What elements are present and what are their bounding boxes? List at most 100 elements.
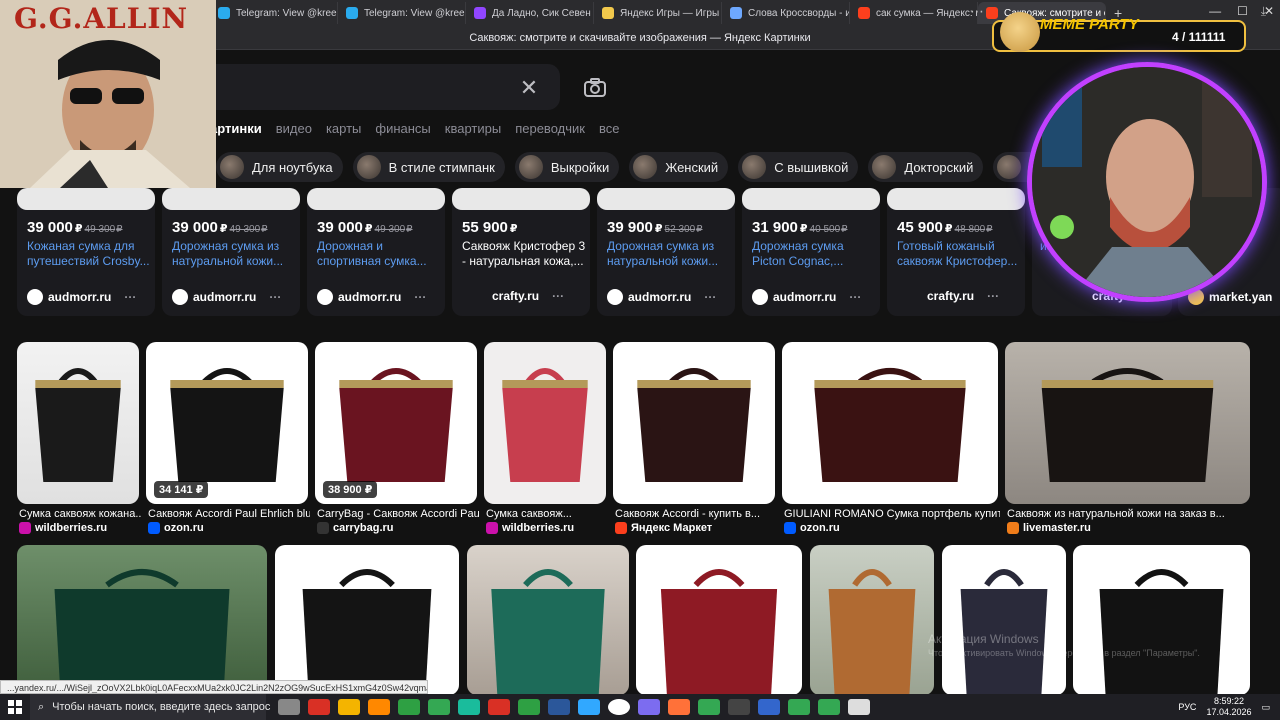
product-title[interactable]: Дорожная сумка из натуральной кожи... (607, 239, 731, 269)
app-icon[interactable] (758, 699, 780, 715)
image-result[interactable]: GIULIANI ROMANO Сумка портфель купить...… (782, 342, 1000, 538)
image-result[interactable]: Сумка саквояж кожана... wildberries.ru (17, 342, 141, 538)
result-thumbnail[interactable] (636, 545, 802, 695)
image-result[interactable] (942, 545, 1066, 695)
product-title[interactable]: Готовый кожаный саквояж Кристофер... (897, 239, 1021, 269)
downloads-icon[interactable]: ⤓ (1261, 4, 1266, 19)
start-button[interactable] (0, 694, 30, 720)
result-caption[interactable]: Сумка саквояж кожана... (19, 508, 141, 520)
yandex-icon[interactable] (608, 699, 630, 715)
more-icon[interactable]: ··· (704, 290, 716, 304)
result-thumbnail[interactable]: 38 900 ₽ (315, 342, 477, 504)
image-result[interactable] (467, 545, 629, 695)
result-thumbnail[interactable] (810, 545, 934, 695)
task-view-icon[interactable] (278, 699, 300, 715)
result-thumbnail[interactable] (1073, 545, 1250, 695)
firefox-icon[interactable] (668, 699, 690, 715)
image-result[interactable] (275, 545, 459, 695)
product-title[interactable]: Кожаная сумка для путешествий Crosby... (27, 239, 151, 269)
product-card[interactable]: 39 000 ₽49 300₽ Дорожная сумка из натураль… (162, 188, 300, 316)
image-result[interactable]: Саквояж Accordi - купить в... Яндекс Марк… (613, 342, 775, 538)
app-icon[interactable] (398, 699, 420, 715)
image-result[interactable] (17, 545, 267, 695)
browser-tab[interactable]: Telegram: View @kreeke (338, 2, 466, 24)
more-icon[interactable]: ··· (414, 290, 426, 304)
result-source[interactable]: wildberries.ru (486, 522, 574, 534)
image-result[interactable] (810, 545, 934, 695)
result-thumbnail[interactable]: 34 141 ₽ (146, 342, 308, 504)
chrome-icon[interactable] (818, 699, 840, 715)
browser-tab[interactable]: Яндекс Игры — Игры он (594, 2, 722, 24)
result-thumbnail[interactable] (782, 342, 998, 504)
result-thumbnail[interactable] (275, 545, 459, 695)
product-card[interactable]: 39 000 ₽49 300₽ Кожаная сумка для путешест… (17, 188, 155, 316)
product-seller[interactable]: audmorr.ru ··· (317, 289, 426, 305)
service-tab[interactable]: финансы (375, 121, 430, 136)
opera-icon[interactable] (308, 699, 330, 715)
result-caption[interactable]: CarryBag - Саквояж Accordi Paul... (317, 508, 479, 520)
browser-tab[interactable]: Да Ладно, Сик Севен - Т (466, 2, 594, 24)
result-thumbnail[interactable] (1005, 342, 1250, 504)
result-caption[interactable]: Саквояж Accordi Paul Ehrlich blu... (148, 508, 310, 520)
product-seller[interactable]: audmorr.ru ··· (172, 289, 281, 305)
product-seller[interactable]: crafty.ru ··· (927, 289, 999, 303)
result-thumbnail[interactable] (467, 545, 629, 695)
chrome-icon[interactable] (698, 699, 720, 715)
result-thumbnail[interactable] (942, 545, 1066, 695)
image-result[interactable] (1073, 545, 1250, 695)
refine-chip[interactable]: Для ноутбука (216, 152, 343, 182)
image-result[interactable]: Саквояж из натуральной кожи на заказ в..… (1005, 342, 1250, 538)
product-card[interactable]: 31 900 ₽40 500₽ Дорожная сумка Picton Cogn… (742, 188, 880, 316)
obs-icon[interactable] (728, 699, 750, 715)
refine-chip[interactable]: Женский (629, 152, 729, 182)
maximize-icon[interactable]: ☐ (1237, 4, 1248, 18)
result-thumbnail[interactable] (484, 342, 606, 504)
service-tab[interactable]: все (599, 121, 620, 136)
result-source[interactable]: ozon.ru (784, 522, 840, 534)
more-icon[interactable]: ··· (124, 290, 136, 304)
app-icon[interactable] (848, 699, 870, 715)
result-source[interactable]: livemaster.ru (1007, 522, 1091, 534)
word-icon[interactable] (548, 699, 570, 715)
more-icon[interactable]: ··· (849, 290, 861, 304)
service-tab[interactable]: видео (276, 121, 312, 136)
clock[interactable]: 8:59:22 17.04.2026 (1206, 696, 1251, 718)
service-tab[interactable]: карты (326, 121, 361, 136)
app-icon[interactable] (638, 699, 660, 715)
camera-search-icon[interactable] (583, 77, 607, 99)
files-icon[interactable] (338, 699, 360, 715)
product-title[interactable]: Дорожная и спортивная сумка... (317, 239, 441, 269)
result-source[interactable]: Яндекс Маркет (615, 522, 712, 534)
service-tab[interactable]: квартиры (445, 121, 501, 136)
browser-tab[interactable]: Слова Кроссворды - игр (722, 2, 850, 24)
more-icon[interactable]: ··· (987, 289, 999, 303)
notifications-icon[interactable]: ▭ (1261, 702, 1270, 713)
product-seller[interactable]: audmorr.ru ··· (607, 289, 716, 305)
result-thumbnail[interactable] (613, 342, 775, 504)
product-card[interactable]: 55 900 ₽ Саквояж Кристофер 3 - натуральная… (452, 188, 590, 316)
product-title[interactable]: Дорожная сумка из натуральной кожи... (172, 239, 296, 269)
image-result[interactable]: Сумка саквояж... wildberries.ru (484, 342, 606, 538)
clear-search-icon[interactable]: ✕ (518, 77, 540, 99)
result-source[interactable]: carrybag.ru (317, 522, 394, 534)
product-card[interactable]: 39 900 ₽52 300₽ Дорожная сумка из натураль… (597, 188, 735, 316)
app-icon[interactable] (458, 699, 480, 715)
result-thumbnail[interactable] (17, 342, 139, 504)
terminal-icon[interactable] (518, 699, 540, 715)
more-icon[interactable]: ··· (269, 290, 281, 304)
result-caption[interactable]: Саквояж Accordi - купить в... (615, 508, 777, 520)
language-indicator[interactable]: РУС (1178, 702, 1196, 712)
product-seller[interactable]: audmorr.ru ··· (27, 289, 136, 305)
vlc-icon[interactable] (368, 699, 390, 715)
result-source[interactable]: wildberries.ru (19, 522, 107, 534)
image-result[interactable]: 34 141 ₽ Саквояж Accordi Paul Ehrlich blu… (146, 342, 310, 538)
opera-icon[interactable] (488, 699, 510, 715)
product-seller[interactable]: crafty.ru ··· (492, 289, 564, 303)
browser-tab[interactable]: сак сумка — Яндекс: нав (850, 2, 978, 24)
service-tab[interactable]: переводчик (515, 121, 585, 136)
product-card[interactable]: 45 900 ₽48 800₽ Готовый кожаный саквояж Кр… (887, 188, 1025, 316)
minimize-icon[interactable]: — (1209, 4, 1221, 18)
result-source[interactable]: ozon.ru (148, 522, 204, 534)
refine-chip[interactable]: Докторский (868, 152, 984, 182)
result-caption[interactable]: Сумка саквояж... (486, 508, 608, 520)
